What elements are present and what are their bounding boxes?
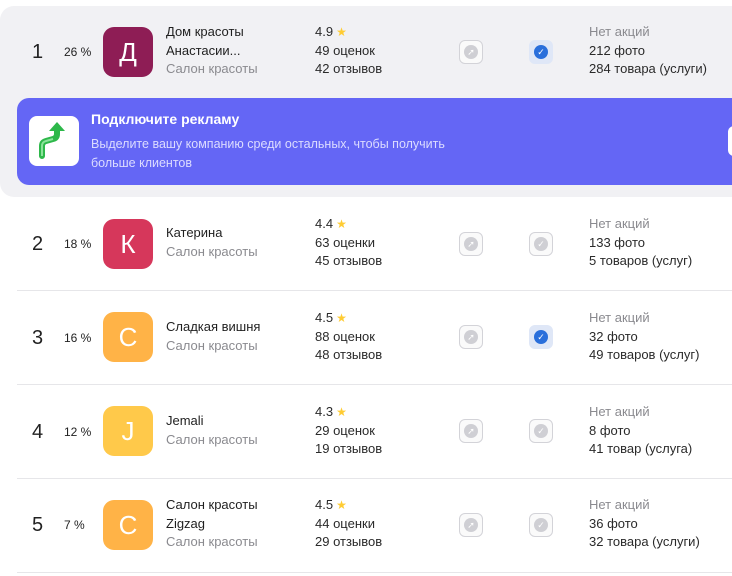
avatar: Д [103,27,153,77]
avatar: К [103,219,153,269]
check-circle-icon[interactable]: ✓ [529,232,553,256]
star-icon: ★ [336,25,347,39]
promos-status: Нет акций [589,310,650,325]
market-share: 12 % [64,425,92,439]
photos-count: 212 фото [589,42,645,58]
business-category: Салон красоты [166,534,258,549]
avatar: С [103,500,153,550]
business-name[interactable]: Сладкая вишня [166,318,296,337]
avatar: J [103,406,153,456]
goods-count: 49 товаров (услуг) [589,347,700,362]
business-name-line2[interactable]: Анастасии... [166,42,296,61]
ratings-count: 29 оценок [315,422,375,438]
ad-action-button[interactable] [728,126,732,156]
business-name[interactable]: Jemali [166,412,296,431]
reviews-count: 45 отзывов [315,253,383,268]
table-row[interactable]: 1 26 % Д Дом красоты Анастасии... Салон … [0,6,732,99]
market-share: 26 % [64,45,92,59]
rating-value: 4.5 [315,497,334,512]
business-category: Салон красоты [166,61,258,76]
ratings-count: 88 оценок [315,328,375,344]
goods-count: 284 товара (услуги) [589,61,708,76]
goods-count: 5 товаров (услуг) [589,253,693,268]
ad-description: Выделите вашу компанию среди остальных, … [91,137,445,170]
avatar-letter: С [118,509,138,540]
promos-status: Нет акций [589,216,650,231]
rank: 3 [32,327,44,349]
rating-value: 4.4 [315,216,334,231]
reviews-count: 48 отзывов [315,347,383,362]
rank: 2 [32,233,44,255]
ratings-count: 49 оценок [315,42,375,58]
compass-icon[interactable]: ➚ [459,419,483,443]
rating-value: 4.5 [315,310,334,325]
avatar-letter: J [121,415,135,446]
check-circle-icon[interactable]: ✓ [529,325,553,349]
avatar: С [103,312,153,362]
ad-title: Подключите рекламу [91,111,240,127]
star-icon: ★ [336,311,347,325]
market-share: 7 % [64,518,85,532]
compass-icon[interactable]: ➚ [459,40,483,64]
goods-count: 41 товар (услуга) [589,441,693,456]
star-icon: ★ [336,405,347,419]
avatar-letter: С [118,321,138,352]
ratings-count: 44 оценки [315,515,375,531]
compass-icon[interactable]: ➚ [459,325,483,349]
photos-count: 133 фото [589,234,645,250]
compass-icon[interactable]: ➚ [459,513,483,537]
rank: 4 [32,421,44,443]
business-name[interactable]: Салон красоты [166,496,296,515]
business-name-line2[interactable]: Zigzag [166,515,296,534]
rating-value: 4.3 [315,404,334,419]
table-row[interactable]: 5 7 % С Салон красоты Zigzag Салон красо… [0,479,732,572]
rank: 1 [32,41,44,63]
ad-banner[interactable]: Подключите рекламу Выделите вашу компани… [17,98,732,185]
promos-status: Нет акций [589,497,650,512]
business-category: Салон красоты [166,431,258,447]
photos-count: 32 фото [589,328,638,344]
star-icon: ★ [336,217,347,231]
rating-value: 4.9 [315,24,334,39]
market-share: 18 % [64,237,92,251]
compass-icon[interactable]: ➚ [459,232,483,256]
avatar-letter: К [120,228,136,259]
star-icon: ★ [336,498,347,512]
promos-status: Нет акций [589,24,650,39]
promos-status: Нет акций [589,404,650,419]
avatar-letter: Д [119,36,137,67]
business-category: Салон красоты [166,337,258,353]
reviews-count: 19 отзывов [315,441,383,456]
check-circle-icon[interactable]: ✓ [529,419,553,443]
table-row[interactable]: 2 18 % К Катерина Салон красоты 4.4 ★ 63 … [0,198,732,291]
reviews-count: 29 отзывов [315,534,383,549]
table-row[interactable]: 3 16 % С Сладкая вишня Салон красоты 4.5… [0,291,732,384]
goods-count: 32 товара (услуги) [589,534,700,549]
market-share: 16 % [64,331,92,345]
photos-count: 36 фото [589,515,638,531]
photos-count: 8 фото [589,422,631,438]
rank: 5 [32,514,44,536]
business-name[interactable]: Катерина [166,224,296,243]
business-name[interactable]: Дом красоты [166,23,296,42]
reviews-count: 42 отзывов [315,61,383,76]
check-circle-icon[interactable]: ✓ [529,513,553,537]
row-divider [17,572,732,573]
growth-arrow-icon [29,116,79,166]
table-row[interactable]: 4 12 % J Jemali Салон красоты 4.3 ★ 29 оц… [0,385,732,478]
ratings-count: 63 оценки [315,234,375,250]
business-category: Салон красоты [166,243,258,259]
check-circle-icon[interactable]: ✓ [529,40,553,64]
